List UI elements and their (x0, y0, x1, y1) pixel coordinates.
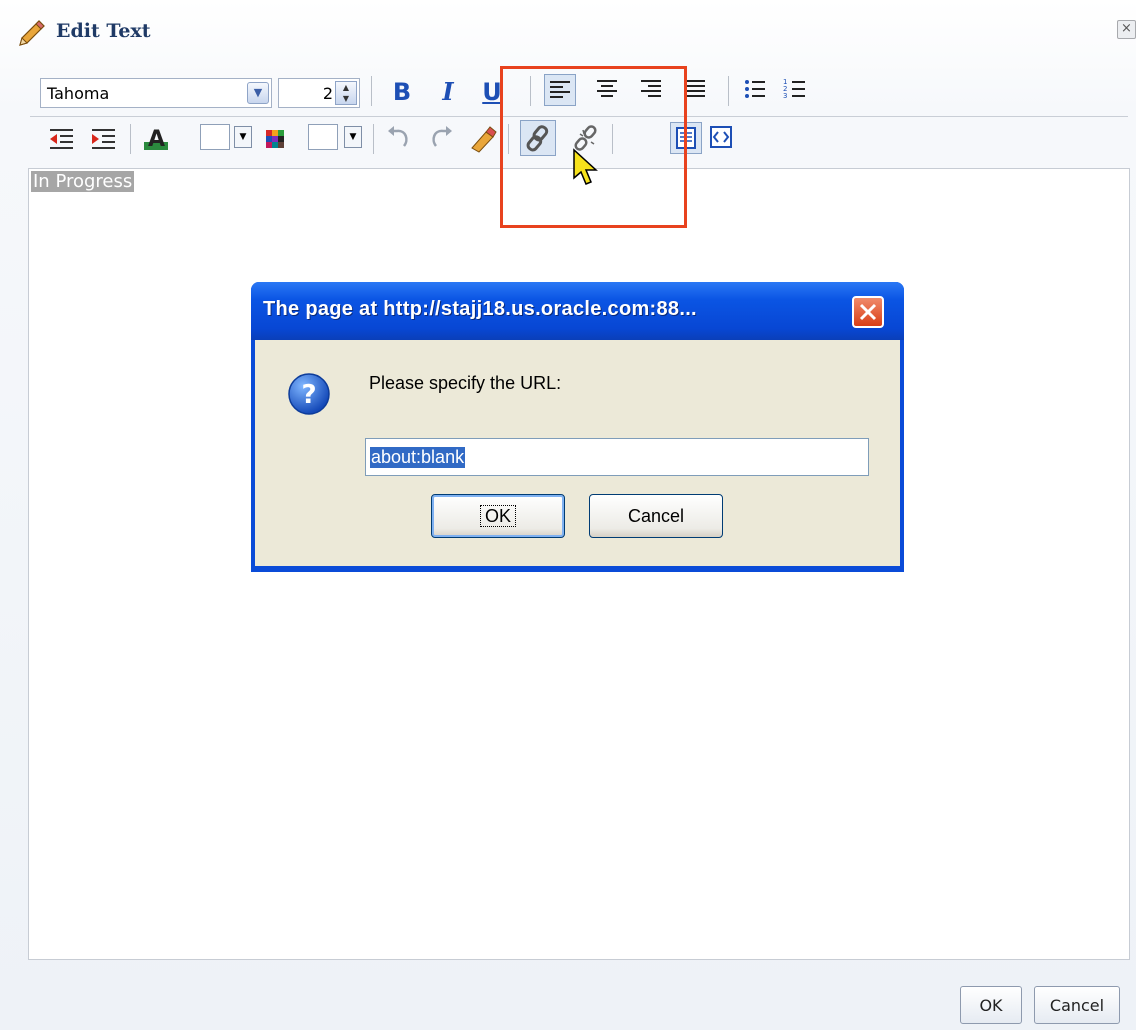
undo-icon (388, 126, 408, 147)
bold-label: B (392, 78, 412, 106)
text-color-icon: A (144, 127, 168, 152)
outdent-button[interactable] (46, 122, 78, 154)
close-button[interactable] (852, 296, 884, 328)
dialog-title-bar: Edit Text × (0, 0, 1136, 64)
undo-button[interactable] (382, 122, 414, 154)
eraser-icon (471, 126, 497, 153)
text-color-swatch[interactable] (200, 124, 230, 150)
indent-button[interactable] (88, 122, 120, 154)
svg-text:A: A (148, 127, 165, 152)
selected-editor-text[interactable]: In Progress (31, 171, 135, 192)
numbered-list-icon: 123 (783, 78, 805, 100)
mouse-cursor-icon (573, 148, 598, 185)
font-size-spinner[interactable]: 2 ▲ ▼ (278, 78, 360, 108)
source-code-icon (710, 126, 732, 148)
prompt-title: The page at http://stajj18.us.oracle.com… (263, 298, 697, 320)
svg-text:3: 3 (783, 92, 787, 100)
spinner-arrows[interactable]: ▲ ▼ (335, 81, 357, 105)
svg-text:?: ? (301, 380, 316, 410)
prompt-ok-label: OK (479, 505, 516, 527)
question-icon: ? (288, 373, 330, 415)
font-family-value: Tahoma (47, 84, 110, 103)
url-input-value: about:blank (370, 447, 466, 468)
background-color-button[interactable] (260, 122, 292, 154)
prompt-message: Please specify the URL: (369, 373, 562, 393)
chevron-down-icon[interactable]: ▼ (344, 126, 362, 148)
text-color-button[interactable]: A (140, 122, 172, 154)
close-icon[interactable]: × (1117, 20, 1136, 39)
italic-label: I (442, 77, 454, 106)
numbered-list-button[interactable]: 123 (780, 74, 812, 106)
redo-icon (432, 126, 452, 147)
clear-formatting-button[interactable] (466, 122, 498, 154)
indent-icon (92, 129, 115, 149)
url-prompt-dialog: The page at http://stajj18.us.oracle.com… (251, 282, 904, 572)
toolbar-separator (371, 76, 372, 106)
bold-button[interactable]: B (386, 76, 418, 108)
prompt-title-bar: The page at http://stajj18.us.oracle.com… (251, 282, 904, 340)
source-mode-button[interactable] (706, 122, 738, 154)
spinner-up-icon[interactable]: ▲ (336, 82, 356, 93)
toolbar-separator (373, 124, 374, 154)
spinner-down-icon[interactable]: ▼ (336, 93, 356, 104)
toolbar-separator (728, 76, 729, 106)
prompt-body: ? Please specify the URL: about:blank OK… (255, 340, 900, 566)
redo-button[interactable] (426, 122, 458, 154)
prompt-ok-button[interactable]: OK (431, 494, 565, 538)
dialog-title: Edit Text (56, 20, 151, 42)
url-input[interactable]: about:blank (365, 438, 869, 476)
background-color-swatch[interactable] (308, 124, 338, 150)
bullet-list-button[interactable] (740, 74, 772, 106)
font-size-value: 2 (322, 84, 333, 103)
cancel-button[interactable]: Cancel (1034, 986, 1120, 1024)
prompt-cancel-button[interactable]: Cancel (589, 494, 723, 538)
chevron-down-icon[interactable]: ▼ (247, 82, 269, 104)
underline-label: U (482, 78, 502, 106)
chevron-down-icon[interactable]: ▼ (234, 126, 252, 148)
highlight-box (500, 66, 687, 228)
color-grid-icon (266, 130, 284, 148)
outdent-icon (50, 129, 73, 149)
close-icon (859, 303, 877, 321)
pencil-icon (19, 20, 45, 46)
italic-button[interactable]: I (432, 76, 464, 108)
font-family-select[interactable]: Tahoma ▼ (40, 78, 272, 108)
toolbar-separator (130, 124, 131, 154)
ok-button[interactable]: OK (960, 986, 1022, 1024)
bullet-list-icon (745, 80, 765, 98)
